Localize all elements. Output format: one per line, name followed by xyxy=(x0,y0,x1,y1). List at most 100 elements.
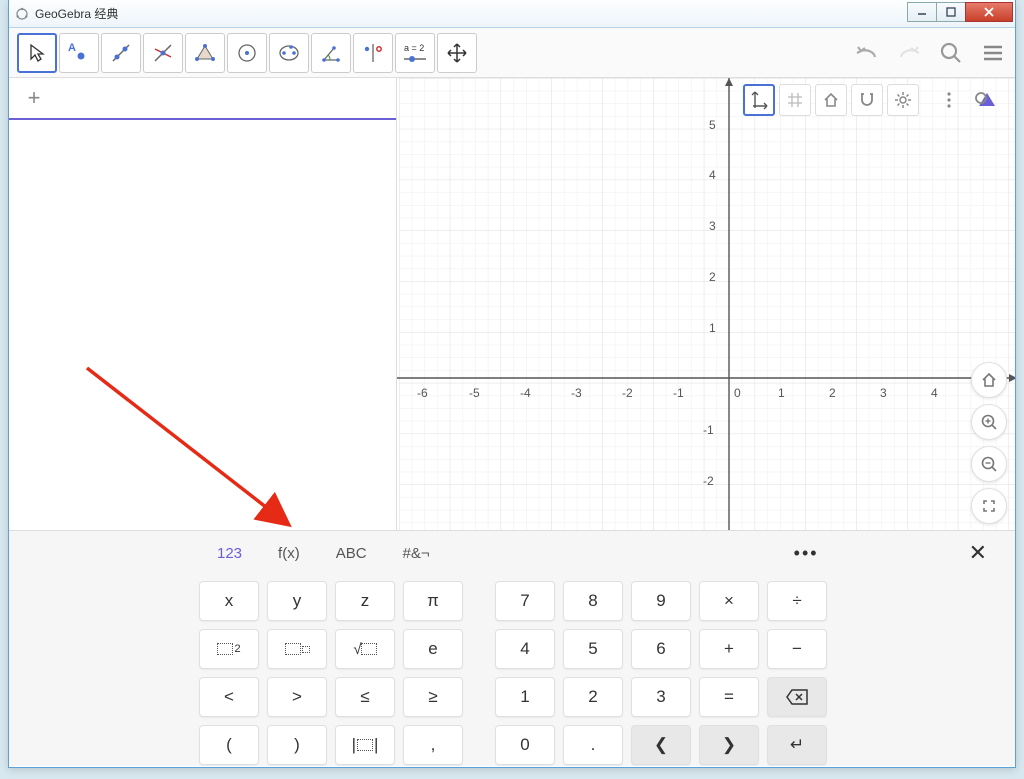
keyboard-tabs: 123 f(x) ABC #&¬ ••• ✕ xyxy=(9,531,1015,575)
x-tick: -4 xyxy=(520,386,531,400)
graphics-more-button[interactable] xyxy=(933,84,965,116)
key-ge[interactable]: ≥ xyxy=(403,677,463,717)
key-plus[interactable]: + xyxy=(699,629,759,669)
key-3[interactable]: 3 xyxy=(631,677,691,717)
tool-perpendicular[interactable] xyxy=(143,33,183,73)
key-lparen[interactable]: ( xyxy=(199,725,259,765)
key-square[interactable]: 2 xyxy=(199,629,259,669)
tool-translate[interactable] xyxy=(437,33,477,73)
key-4[interactable]: 4 xyxy=(495,629,555,669)
kb-more-button[interactable]: ••• xyxy=(794,543,819,564)
key-pi[interactable]: π xyxy=(403,581,463,621)
tool-line[interactable] xyxy=(101,33,141,73)
key-comma[interactable]: , xyxy=(403,725,463,765)
standard-view-button[interactable] xyxy=(971,362,1007,398)
key-6[interactable]: 6 xyxy=(631,629,691,669)
menu-button[interactable] xyxy=(979,39,1007,67)
graphics-toolbar xyxy=(743,84,1001,116)
search-button[interactable] xyxy=(937,39,965,67)
tool-point[interactable]: A xyxy=(59,33,99,73)
axes-toggle[interactable] xyxy=(743,84,775,116)
keyboard-keys: x y z π 7 8 9 × ÷ 2 √ e 4 5 6 + − xyxy=(9,575,1015,779)
x-tick: -5 xyxy=(469,386,480,400)
key-power[interactable] xyxy=(267,629,327,669)
key-dot[interactable]: . xyxy=(563,725,623,765)
key-right[interactable]: ❯ xyxy=(699,725,759,765)
key-lt[interactable]: < xyxy=(199,677,259,717)
x-tick: -2 xyxy=(622,386,633,400)
y-tick: 3 xyxy=(709,219,716,233)
maximize-button[interactable] xyxy=(936,2,966,22)
tool-angle[interactable] xyxy=(311,33,351,73)
virtual-keyboard: 123 f(x) ABC #&¬ ••• ✕ x y z π 7 8 9 × ÷… xyxy=(9,530,1015,766)
close-button[interactable] xyxy=(965,2,1013,22)
kb-tab-symbols[interactable]: #&¬ xyxy=(385,539,448,568)
key-multiply[interactable]: × xyxy=(699,581,759,621)
titlebar: GeoGebra 经典 xyxy=(9,0,1015,28)
y-tick: 1 xyxy=(709,321,716,335)
key-z[interactable]: z xyxy=(335,581,395,621)
key-gt[interactable]: > xyxy=(267,677,327,717)
tool-slider[interactable]: a = 2 xyxy=(395,33,435,73)
key-x[interactable]: x xyxy=(199,581,259,621)
key-1[interactable]: 1 xyxy=(495,677,555,717)
key-enter[interactable]: ↵ xyxy=(767,725,827,765)
tool-polygon[interactable] xyxy=(185,33,225,73)
add-input-button[interactable]: + xyxy=(9,85,59,111)
key-rparen[interactable]: ) xyxy=(267,725,327,765)
tool-ellipse[interactable] xyxy=(269,33,309,73)
key-minus[interactable]: − xyxy=(767,629,827,669)
key-2[interactable]: 2 xyxy=(563,677,623,717)
x-tick: 3 xyxy=(880,386,887,400)
x-tick: -3 xyxy=(571,386,582,400)
snap-button[interactable] xyxy=(851,84,883,116)
key-equals[interactable]: = xyxy=(699,677,759,717)
content-area: + xyxy=(9,78,1015,530)
x-tick: -6 xyxy=(417,386,428,400)
app-window: GeoGebra 经典 A a = 2 + xyxy=(8,0,1016,768)
kb-tab-functions[interactable]: f(x) xyxy=(260,539,318,568)
tool-move[interactable] xyxy=(17,33,57,73)
key-7[interactable]: 7 xyxy=(495,581,555,621)
key-divide[interactable]: ÷ xyxy=(767,581,827,621)
undo-button[interactable] xyxy=(853,39,881,67)
app-icon xyxy=(15,7,29,21)
redo-button[interactable] xyxy=(895,39,923,67)
key-e[interactable]: e xyxy=(403,629,463,669)
key-abs[interactable]: || xyxy=(335,725,395,765)
style-bar-button[interactable] xyxy=(969,84,1001,116)
grid-toggle[interactable] xyxy=(779,84,811,116)
kb-tab-alpha[interactable]: ABC xyxy=(318,539,385,568)
kb-tab-numeric[interactable]: 123 xyxy=(199,539,260,568)
key-0[interactable]: 0 xyxy=(495,725,555,765)
svg-text:a = 2: a = 2 xyxy=(404,43,424,53)
x-tick: 2 xyxy=(829,386,836,400)
graphics-side-buttons xyxy=(971,362,1007,524)
key-8[interactable]: 8 xyxy=(563,581,623,621)
key-9[interactable]: 9 xyxy=(631,581,691,621)
key-5[interactable]: 5 xyxy=(563,629,623,669)
y-tick: 2 xyxy=(709,270,716,284)
settings-button[interactable] xyxy=(887,84,919,116)
algebra-input[interactable] xyxy=(59,85,396,111)
input-row: + xyxy=(9,78,396,120)
x-tick: 1 xyxy=(778,386,785,400)
zoom-in-button[interactable] xyxy=(971,404,1007,440)
key-le[interactable]: ≤ xyxy=(335,677,395,717)
fullscreen-button[interactable] xyxy=(971,488,1007,524)
tool-circle[interactable] xyxy=(227,33,267,73)
minimize-button[interactable] xyxy=(907,2,937,22)
zoom-out-button[interactable] xyxy=(971,446,1007,482)
coordinate-grid xyxy=(397,78,1015,530)
kb-close-button[interactable]: ✕ xyxy=(959,536,997,570)
y-tick: 4 xyxy=(709,168,716,182)
x-tick: -1 xyxy=(673,386,684,400)
key-sqrt[interactable]: √ xyxy=(335,629,395,669)
key-backspace[interactable] xyxy=(767,677,827,717)
key-y[interactable]: y xyxy=(267,581,327,621)
home-view-button[interactable] xyxy=(815,84,847,116)
main-toolbar: A a = 2 xyxy=(9,28,1015,78)
tool-reflect[interactable] xyxy=(353,33,393,73)
graphics-view[interactable]: -6 -5 -4 -3 -2 -1 0 1 2 3 4 5 1 2 3 4 5 … xyxy=(397,78,1015,530)
key-left[interactable]: ❮ xyxy=(631,725,691,765)
